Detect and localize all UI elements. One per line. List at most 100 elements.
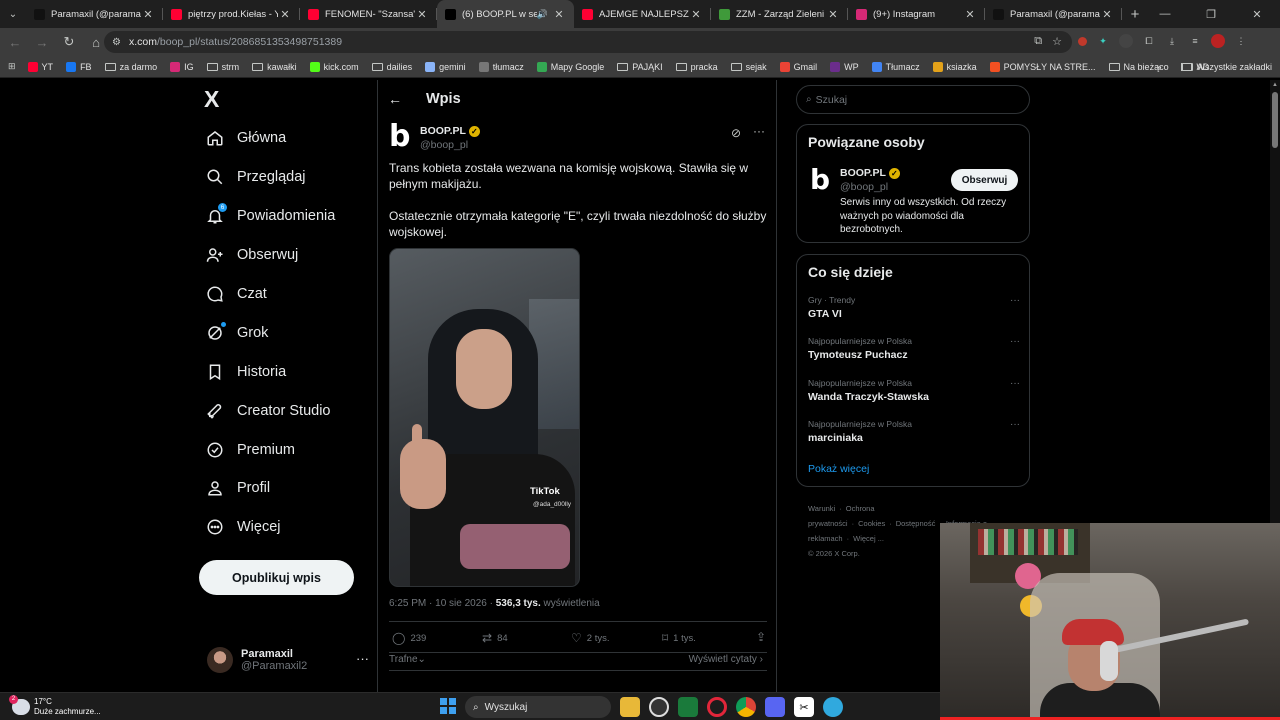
forward-icon[interactable]: → [30,30,54,54]
view-quotes-link[interactable]: Wyświetl cytaty › [689,654,763,665]
bookmark-item[interactable]: PAJĄKI [617,62,663,72]
show-more-link[interactable]: Pokaż więcej [808,463,869,475]
browser-tab[interactable]: ZZM - Zarząd Zieleni Miej✕ [711,0,848,28]
file-explorer-icon[interactable] [620,697,640,717]
reload-icon[interactable]: ↻ [57,30,81,54]
scroll-up-icon[interactable]: ▲ [1272,82,1278,88]
opera-icon[interactable] [707,697,727,717]
author-avatar[interactable]: b [389,122,415,154]
bookmark-star-icon[interactable]: ☆ [1052,35,1062,48]
minimize-icon[interactable]: — [1142,8,1188,20]
footer-link[interactable]: Dostępność [896,519,936,528]
footer-link[interactable]: Cookies [858,519,885,528]
download-icon[interactable]: ⤓ [1165,34,1179,48]
nav-item-follow[interactable]: Obserwuj [205,243,298,267]
obs-icon[interactable] [649,697,669,717]
install-app-icon[interactable]: ⧉ [1034,35,1042,48]
browser-tab[interactable]: Paramaxil (@paramaxil_) |✕ [985,0,1122,28]
bookmark-item[interactable]: FB [66,61,92,72]
apps-grid-icon[interactable]: ⊞ [8,61,16,72]
reply-button[interactable]: ◯ 239 [392,630,482,646]
bookmark-item[interactable]: strm [206,62,239,72]
nav-item-home[interactable]: Główna [205,126,286,150]
related-name-link[interactable]: BOOP.PL ✓ [840,167,900,179]
browser-app-icon[interactable] [823,697,843,717]
bookmark-item[interactable]: YT [27,61,53,72]
windows-start-icon[interactable] [440,698,456,714]
maximize-icon[interactable]: ❐ [1188,8,1234,21]
profile-avatar-icon[interactable] [1211,34,1225,48]
repost-button[interactable]: ⇄ 84 [482,630,571,646]
tab-search-icon[interactable]: ⌄ [0,0,26,28]
follow-button[interactable]: Obserwuj [951,169,1018,191]
post-button[interactable]: Opublikuj wpis [199,560,354,595]
bookmark-item[interactable]: POMYSŁY NA STRE... [989,61,1096,72]
browser-tab[interactable]: piętrzy prod.Kiełas - YouTube✕ [163,0,300,28]
related-handle[interactable]: @boop_pl [840,181,888,193]
more-icon[interactable]: ··· [1010,295,1020,306]
address-bar[interactable]: ⚙ x.com/boop_pl/status/20868513534987513… [104,31,1072,53]
back-arrow-icon[interactable]: ← [388,91,404,107]
bookmark-item[interactable]: kawałki [252,62,297,72]
bookmark-item[interactable]: sejak [730,62,767,72]
post-time[interactable]: 6:25 PM · 10 sie 2026 · [389,598,496,609]
discord-icon[interactable] [765,697,785,717]
close-tab-icon[interactable]: ✕ [1100,8,1114,21]
nav-item-rocket[interactable]: Creator Studio [205,399,331,423]
bookmark-item[interactable]: Mapy Google [536,61,604,72]
more-icon[interactable]: ··· [1010,419,1020,430]
puzzle-icon[interactable]: ⧠ [1142,34,1156,48]
trend-item[interactable]: Gry · Trendy GTA VI ··· [808,295,1020,320]
close-window-icon[interactable]: ✕ [1234,8,1280,21]
search-input[interactable]: ⌕ Szukaj [796,85,1030,114]
speaker-icon[interactable]: 🔊 [537,9,548,20]
author-name-link[interactable]: BOOP.PL ✓ [420,125,480,137]
browser-tab[interactable]: AJEMGE NAJLEPSZE MOM✕ [574,0,711,28]
close-tab-icon[interactable]: ✕ [826,8,840,21]
nav-item-bookmark[interactable]: Historia [205,360,286,384]
capcut-icon[interactable]: ✂ [794,697,814,717]
all-bookmarks[interactable]: Wszystkie zakładki [1196,62,1272,72]
trend-item[interactable]: Najpopularniejsze w Polska marciniaka ··· [808,419,1020,444]
taskbar-search[interactable]: ⌕ Wyszukaj [465,696,611,718]
nav-item-chat[interactable]: Czat [205,282,267,306]
close-tab-icon[interactable]: ✕ [278,8,292,21]
close-tab-icon[interactable]: ✕ [963,8,977,21]
nav-item-search[interactable]: Przeglądaj [205,165,306,189]
account-switcher[interactable]: Paramaxil @Paramaxil2 ··· [207,645,369,675]
share-icon[interactable]: ⇪ [756,630,766,644]
footer-link[interactable]: Warunki [808,504,835,513]
reply-sort-dropdown[interactable]: Trafne⌄ [389,654,426,665]
bookmark-item[interactable]: WP [830,61,859,72]
site-info-icon[interactable]: ⚙ [112,37,121,48]
browser-tab[interactable]: (6) BOOP.PL w serwisie🔊 ✕ [437,0,574,28]
bookmark-item[interactable]: dailies [371,62,412,72]
chrome-icon[interactable] [736,697,756,717]
bookmarks-overflow-icon[interactable]: » [1156,62,1161,72]
scrollbar-thumb[interactable] [1272,92,1278,148]
nav-item-more-circle[interactable]: Więcej [205,515,281,539]
nav-item-grok[interactable]: Grok [205,321,268,345]
more-icon[interactable]: ··· [753,124,765,138]
trend-item[interactable]: Najpopularniejsze w Polska Tymoteusz Puch… [808,336,1020,361]
bookmark-item[interactable]: kick.com [309,61,359,72]
post-video[interactable]: TikTok @ada_d00lly [389,248,580,587]
brave-icon[interactable] [678,697,698,717]
browser-tab[interactable]: Paramaxil (@paramaxil_) |✕ [26,0,163,28]
vpn-extension-icon[interactable] [1119,34,1133,48]
browser-tab[interactable]: FENOMEN- "Szansa" - You✕ [300,0,437,28]
nav-item-premium[interactable]: Premium [205,438,295,462]
more-icon[interactable]: ··· [1010,336,1020,347]
x-logo[interactable]: X [204,87,228,111]
more-icon[interactable]: ··· [356,651,369,666]
related-avatar[interactable]: b [810,166,830,194]
media-controls-icon[interactable]: ≡ [1188,34,1202,48]
bookmark-item[interactable]: za darmo [104,62,157,72]
grok-icon[interactable]: ⊘ [731,126,741,140]
bookmark-item[interactable]: tłumacz [478,61,524,72]
bookmark-item[interactable]: IG [170,61,194,72]
close-tab-icon[interactable]: ✕ [552,8,566,21]
browser-tab[interactable]: (9+) Instagram ✕ [848,0,985,28]
bookmark-item[interactable]: Gmail [779,61,817,72]
more-icon[interactable]: ··· [1010,378,1020,389]
